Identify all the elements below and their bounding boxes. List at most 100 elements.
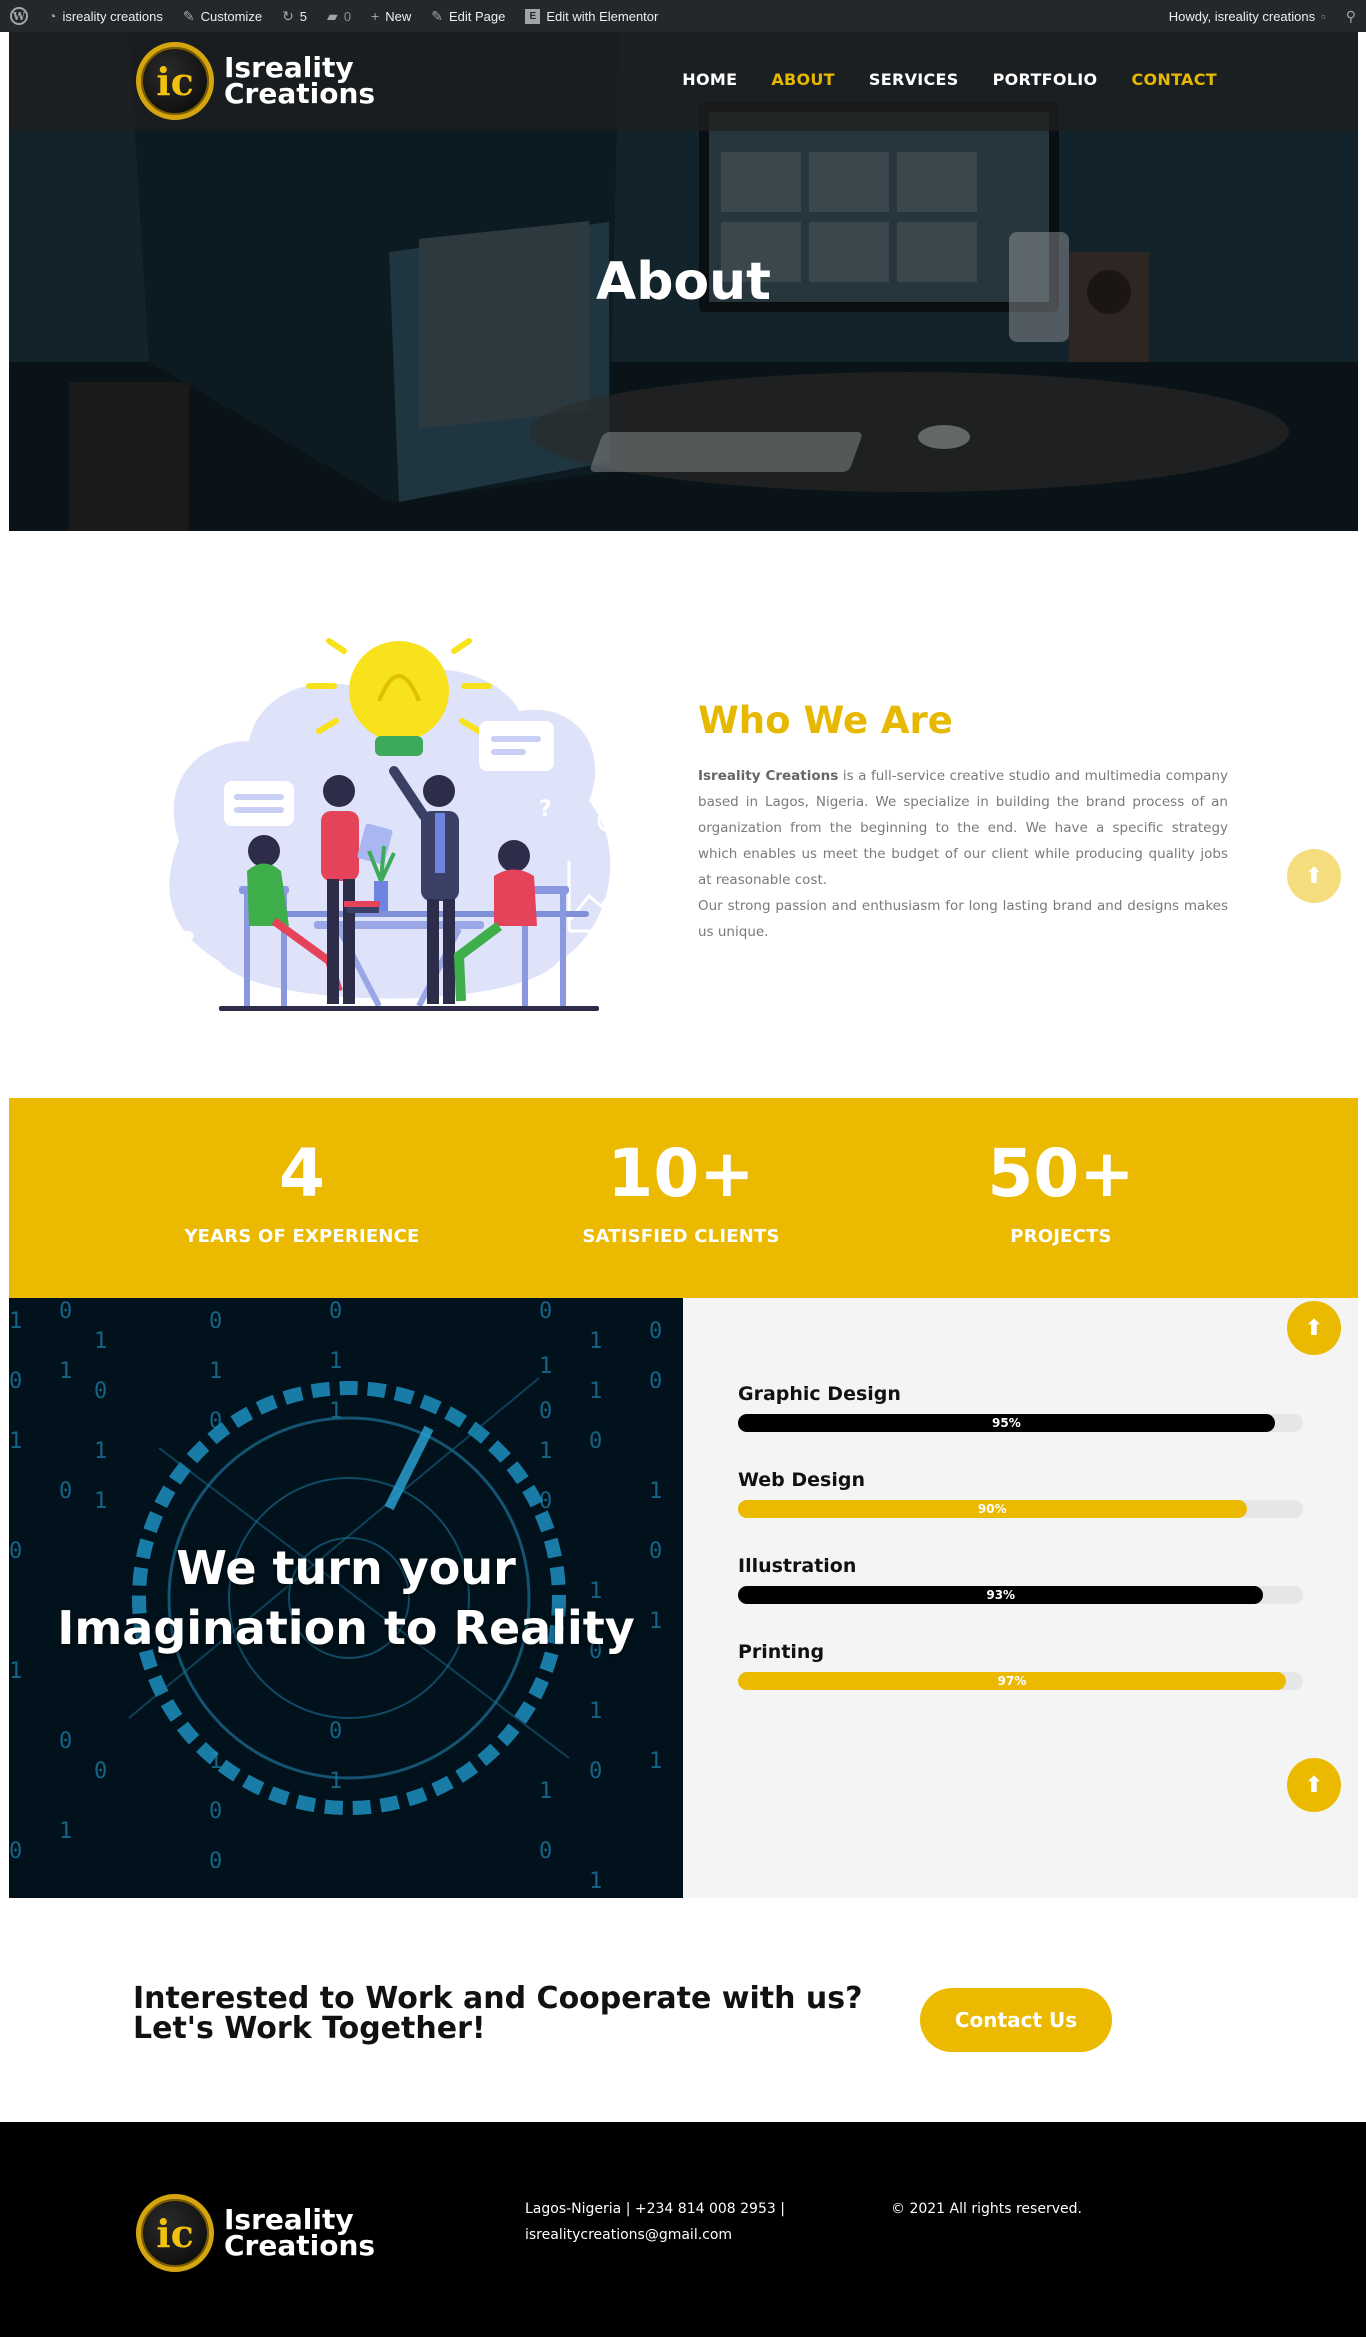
svg-text:1: 1 <box>59 1359 72 1384</box>
edit-page-label: Edit Page <box>448 8 506 24</box>
site-footer: ic Isreality Creations Lagos-Nigeria | +… <box>0 2122 1366 2337</box>
customize-link[interactable]: ✎ Customize <box>173 0 272 32</box>
svg-text:0: 0 <box>649 1319 662 1344</box>
svg-text:0: 0 <box>649 1369 662 1394</box>
updates-link[interactable]: ↻ 5 <box>272 0 317 32</box>
logo-line-2: Creations <box>224 2229 376 2262</box>
svg-text:1: 1 <box>94 1329 107 1354</box>
skill-name: Printing <box>738 1641 825 1663</box>
skill-graphic-design: Graphic Design 95% <box>738 1383 1303 1432</box>
who-we-are-text: Isreality Creations is a full-service cr… <box>698 763 1228 945</box>
svg-text:0: 0 <box>209 1309 222 1334</box>
footer-contact: Lagos-Nigeria | +234 814 008 2953 | isre… <box>525 2196 785 2248</box>
stat-value: 10+ <box>607 1135 755 1212</box>
svg-text:1: 1 <box>589 1379 602 1404</box>
nav-home[interactable]: HOME <box>682 70 737 89</box>
footer-logo[interactable]: ic Isreality Creations <box>136 2194 375 2272</box>
site-logo[interactable]: ic Isreality Creations <box>136 42 375 120</box>
elementor-icon: E <box>525 8 541 24</box>
svg-text:0: 0 <box>209 1849 222 1874</box>
svg-text:0: 0 <box>539 1299 552 1324</box>
wordpress-icon: W <box>10 7 28 25</box>
stat-label: PROJECTS <box>1010 1226 1112 1247</box>
dashboard-icon: ◔ <box>48 8 57 24</box>
svg-text:1: 1 <box>9 1429 22 1454</box>
new-content-menu[interactable]: + New <box>361 0 421 32</box>
search-icon: ⚲ <box>1345 7 1356 24</box>
team-idea-illustration: ? ? <box>169 638 629 1011</box>
imagination-skills-section: 101010 010101 10110 010100 01101 0101010… <box>9 1298 1358 1898</box>
svg-text:0: 0 <box>9 1839 22 1864</box>
updates-count: 5 <box>299 8 308 24</box>
comments-count: 0 <box>343 8 352 24</box>
svg-text:0: 0 <box>539 1399 552 1424</box>
svg-text:1: 1 <box>539 1354 552 1379</box>
svg-text:1: 1 <box>589 1699 602 1724</box>
who-paragraph-1-body: is a full-service creative studio and mu… <box>698 768 1228 888</box>
slogan-line-1: We turn your <box>176 1541 516 1595</box>
svg-text:1: 1 <box>209 1359 222 1384</box>
svg-text:0: 0 <box>329 1719 342 1744</box>
company-name: Isreality Creations <box>698 768 839 784</box>
scroll-to-top-button[interactable]: ⬆ <box>1287 1301 1341 1355</box>
avatar: ▫ <box>1321 8 1326 24</box>
nav-about[interactable]: ABOUT <box>771 70 835 89</box>
svg-text:1: 1 <box>589 1869 602 1894</box>
svg-text:0: 0 <box>94 1379 107 1404</box>
imagination-panel: 101010 010101 10110 010100 01101 0101010… <box>9 1298 683 1898</box>
skill-progress-track: 90% <box>738 1500 1303 1518</box>
stat-label: SATISFIED CLIENTS <box>582 1226 780 1247</box>
svg-text:0: 0 <box>59 1729 72 1754</box>
scroll-to-top-button[interactable]: ⬆ <box>1287 1758 1341 1812</box>
svg-text:0: 0 <box>329 1299 342 1324</box>
skill-illustration: Illustration 93% <box>738 1555 1303 1604</box>
svg-text:1: 1 <box>539 1439 552 1464</box>
logo-mark: ic <box>136 2194 214 2272</box>
skill-progress-bar: 97% <box>738 1672 1287 1690</box>
skill-progress-track: 97% <box>738 1672 1303 1690</box>
svg-text:1: 1 <box>94 1439 107 1464</box>
customize-label: Customize <box>200 8 263 24</box>
stat-label: YEARS OF EXPERIENCE <box>184 1226 420 1247</box>
svg-text:0: 0 <box>59 1479 72 1504</box>
footer-copyright: © 2021 All rights reserved. <box>891 2201 1082 2217</box>
nav-portfolio[interactable]: PORTFOLIO <box>993 70 1098 89</box>
footer-email[interactable]: isrealitycreations@gmail.com <box>525 2222 785 2248</box>
svg-text:1: 1 <box>59 1819 72 1844</box>
brush-icon: ✎ <box>182 7 195 24</box>
scroll-to-top-button[interactable]: ⬆ <box>1287 849 1341 903</box>
who-we-are-heading: Who We Are <box>698 699 953 742</box>
stat-experience: 4 YEARS OF EXPERIENCE <box>152 1134 452 1247</box>
wp-admin-bar: W ◔ isreality creations ✎ Customize ↻ 5 … <box>0 0 1366 32</box>
svg-text:1: 1 <box>539 1779 552 1804</box>
wp-logo-menu[interactable]: W <box>0 0 38 32</box>
svg-text:1: 1 <box>329 1349 342 1374</box>
account-menu[interactable]: Howdy, isreality creations ▫ <box>1159 0 1336 32</box>
svg-text:?: ? <box>179 925 195 958</box>
pencil-icon: ✎ <box>431 7 443 24</box>
plus-icon: + <box>371 8 380 24</box>
skill-progress-track: 93% <box>738 1586 1303 1604</box>
skill-progress-track: 95% <box>738 1414 1303 1432</box>
edit-elementor-link[interactable]: E Edit with Elementor <box>515 0 668 32</box>
search-button[interactable]: ⚲ <box>1336 0 1366 32</box>
skill-progress-bar: 95% <box>738 1414 1275 1432</box>
nav-services[interactable]: SERVICES <box>869 70 959 89</box>
stats-section: 4 YEARS OF EXPERIENCE 10+ SATISFIED CLIE… <box>9 1098 1358 1298</box>
contact-us-button[interactable]: Contact Us <box>920 1988 1112 2052</box>
stat-projects: 50+ PROJECTS <box>911 1134 1211 1247</box>
who-paragraph-2: Our strong passion and enthusiasm for lo… <box>698 898 1228 940</box>
skill-name: Graphic Design <box>738 1383 901 1405</box>
site-name-menu[interactable]: ◔ isreality creations <box>38 0 173 32</box>
skill-name: Web Design <box>738 1469 865 1491</box>
page-title: About <box>595 252 772 312</box>
stat-clients: 10+ SATISFIED CLIENTS <box>531 1134 831 1247</box>
edit-page-link[interactable]: ✎ Edit Page <box>421 0 515 32</box>
svg-text:0: 0 <box>589 1429 602 1454</box>
cta-question: Interested to Work and Cooperate with us… <box>133 1984 863 2044</box>
nav-contact[interactable]: CONTACT <box>1131 70 1217 89</box>
svg-text:0: 0 <box>94 1759 107 1784</box>
cta-line-1: Interested to Work and Cooperate with us… <box>133 1981 863 2016</box>
svg-text:1: 1 <box>9 1309 22 1334</box>
comments-link[interactable]: ▰ 0 <box>317 0 361 32</box>
